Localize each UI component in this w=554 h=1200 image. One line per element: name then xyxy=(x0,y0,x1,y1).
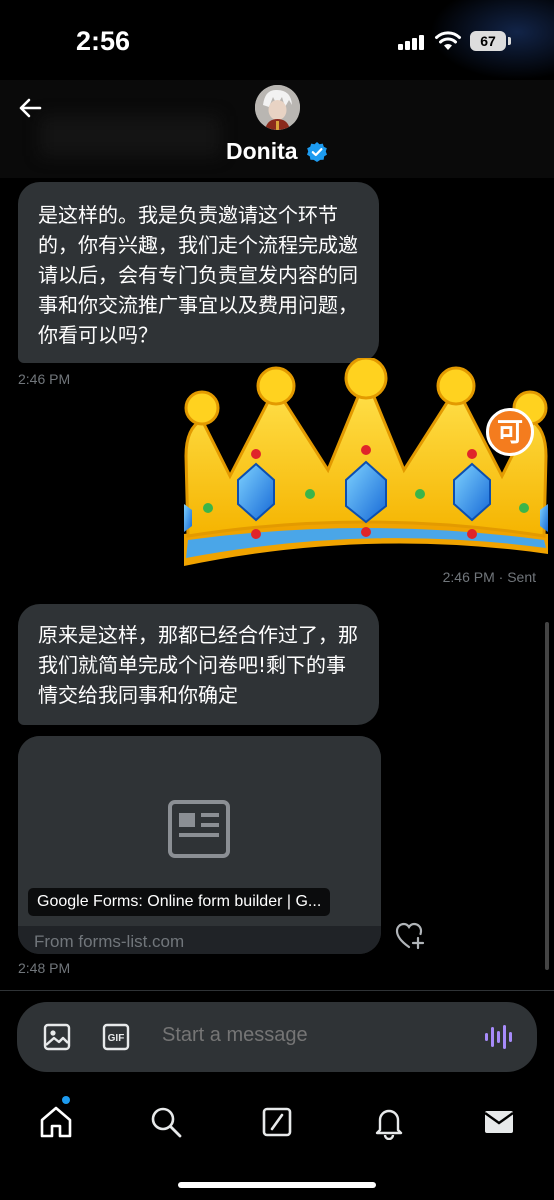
home-indicator[interactable] xyxy=(178,1182,376,1188)
header-name-row[interactable]: Donita xyxy=(0,138,554,165)
status-time: 2:56 xyxy=(76,26,131,56)
link-source[interactable]: From forms-list.com xyxy=(34,932,184,952)
link-title[interactable]: Google Forms: Online form builder | G... xyxy=(28,888,331,916)
link-preview-card[interactable]: Google Forms: Online form builder | G...… xyxy=(18,736,381,954)
contact-name[interactable]: Donita xyxy=(226,138,298,164)
message-timestamp: 2:48 PM xyxy=(18,960,71,976)
received-message-bubble[interactable]: 原来是这样，那都已经合作过了，那我们就简单完成个问卷吧!剩下的事情交给我同事和你… xyxy=(18,604,379,725)
crown-sticker[interactable] xyxy=(178,358,554,572)
message-text: 原来是这样，那都已经合作过了，那我们就简单完成个问卷吧!剩下的事情交给我同事和你… xyxy=(38,623,358,707)
message-text: 是这样的。我是负责邀请这个环节的，你有兴趣，我们走个流程完成邀请以后，会有专门负… xyxy=(38,203,358,347)
sent-timestamp: 2:46 PM · Sent xyxy=(442,569,536,585)
back-arrow-icon[interactable] xyxy=(14,92,46,124)
message-timestamp: 2:46 PM xyxy=(18,371,71,387)
status-bar: 2:56 67 xyxy=(0,0,554,80)
composer-divider xyxy=(0,990,554,991)
battery-icon: 67 xyxy=(470,31,506,51)
home-icon[interactable] xyxy=(38,1104,74,1140)
wifi-icon xyxy=(435,31,461,50)
battery-cap xyxy=(508,37,511,45)
scrollbar[interactable] xyxy=(545,622,549,970)
grok-icon[interactable] xyxy=(259,1104,295,1140)
battery-level: 67 xyxy=(480,33,496,49)
gif-label: GIF xyxy=(108,1033,125,1044)
voice-message-icon[interactable] xyxy=(483,1022,513,1052)
received-message-bubble[interactable]: 是这样的。我是负责邀请这个环节的，你有兴趣，我们走个流程完成邀请以后，会有专门负… xyxy=(18,182,379,363)
cellular-signal-icon xyxy=(398,34,426,50)
search-icon[interactable] xyxy=(148,1104,184,1140)
verified-badge-icon xyxy=(307,141,327,162)
link-preview-image[interactable]: Google Forms: Online form builder | G... xyxy=(18,736,381,926)
messages-icon[interactable] xyxy=(481,1104,517,1140)
peek-emoji-badge: 可 xyxy=(486,408,534,456)
conversation-header: Donita xyxy=(0,80,554,178)
article-placeholder-icon xyxy=(168,800,230,858)
image-icon[interactable] xyxy=(43,1023,71,1051)
gif-icon[interactable]: GIF xyxy=(102,1023,130,1051)
notifications-icon[interactable] xyxy=(371,1104,407,1140)
add-reaction-icon[interactable] xyxy=(395,922,425,950)
avatar[interactable] xyxy=(255,85,300,130)
message-composer[interactable]: GIF xyxy=(17,1002,537,1072)
message-input[interactable] xyxy=(162,1024,462,1047)
home-notification-dot xyxy=(62,1096,70,1104)
